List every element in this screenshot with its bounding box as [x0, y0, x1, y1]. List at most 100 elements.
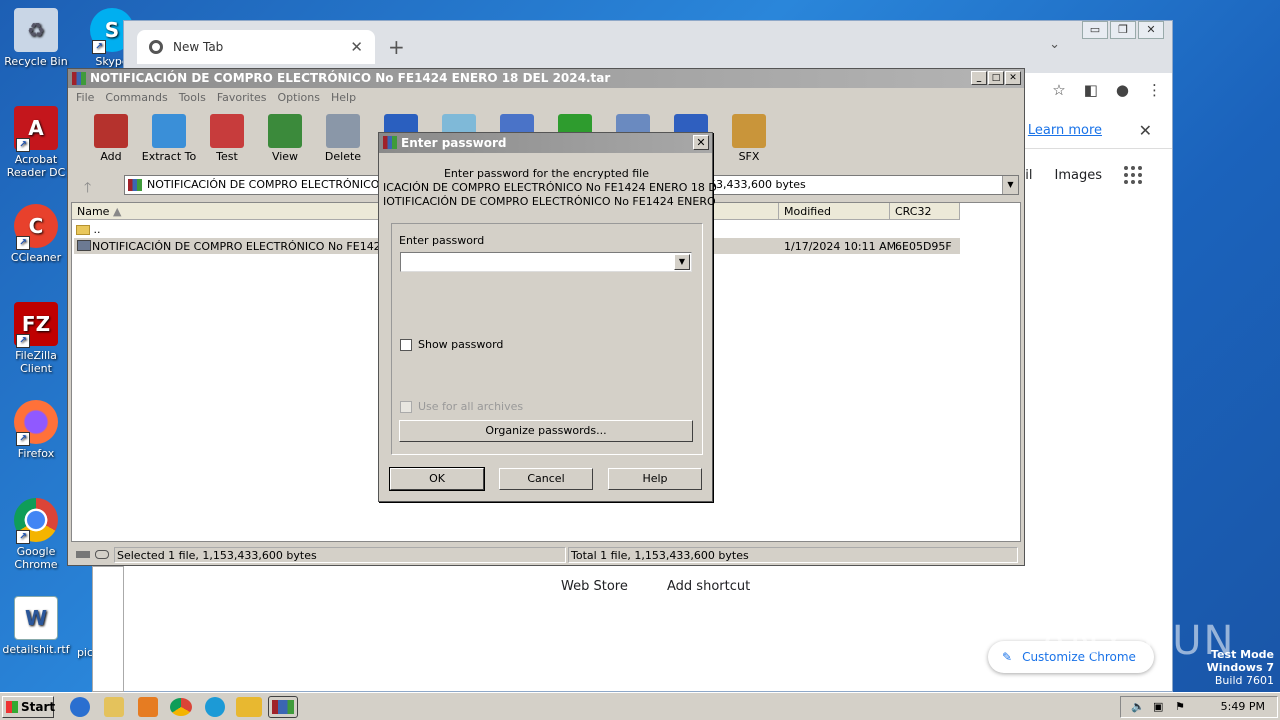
- dialog-filename-line-2: IOTIFICACIÓN DE COMPRO ELECTRÓNICO No FE…: [383, 195, 718, 208]
- shortcut-arrow-icon: ↗: [16, 138, 30, 152]
- minimize-button[interactable]: _: [971, 71, 987, 85]
- desktop-icon-filezilla[interactable]: FZ ↗ FileZilla Client: [0, 302, 72, 375]
- shortcut-add[interactable]: Add shortcut: [667, 579, 750, 594]
- internet-explorer-icon[interactable]: [70, 697, 90, 717]
- menu-options[interactable]: Options: [278, 88, 320, 108]
- enter-password-dialog: Enter password ✕ Enter password for the …: [378, 132, 718, 502]
- network-icon[interactable]: ▣: [1153, 697, 1163, 717]
- menu-help[interactable]: Help: [331, 88, 356, 108]
- profile-avatar-icon[interactable]: ●: [1116, 81, 1129, 99]
- toolbar-button-extract-to[interactable]: Extract To: [140, 108, 198, 168]
- winrar-taskbar-button[interactable]: [268, 696, 298, 718]
- folder-icon: [76, 225, 90, 235]
- desktop-icon-chrome[interactable]: ↗ Google Chrome: [0, 498, 72, 571]
- list-item-name: ..: [93, 223, 101, 236]
- list-item-parent[interactable]: ..: [76, 223, 101, 236]
- toolbar-button-sfx[interactable]: SFX: [720, 108, 778, 168]
- password-field-label: Enter password: [399, 234, 485, 247]
- learn-more-link[interactable]: Learn more: [1028, 113, 1102, 149]
- media-player-icon[interactable]: [138, 697, 158, 717]
- toolbar-button-delete[interactable]: Delete: [314, 108, 372, 168]
- cancel-button[interactable]: Cancel: [499, 468, 593, 490]
- chrome-top-links: ail Images: [1017, 166, 1142, 184]
- chrome-taskbar-icon[interactable]: [168, 696, 194, 718]
- bookmark-star-icon[interactable]: ☆: [1052, 81, 1065, 99]
- desktop-icon-firefox[interactable]: ↗ Firefox: [0, 400, 72, 460]
- ccleaner-icon: C ↗: [14, 204, 58, 250]
- winrar-status-bar: Selected 1 file, 1,153,433,600 bytes Tot…: [68, 545, 1024, 565]
- minimize-button[interactable]: ▭: [1082, 21, 1108, 39]
- use-for-all-label: Use for all archives: [418, 400, 524, 413]
- key-icon: [95, 550, 109, 559]
- tab-title: New Tab: [173, 40, 224, 54]
- shortcut-arrow-icon: ↗: [16, 236, 30, 250]
- shortcut-arrow-icon: ↗: [16, 530, 30, 544]
- close-tab-icon[interactable]: ✕: [350, 38, 363, 56]
- close-info-bar-icon[interactable]: ✕: [1139, 113, 1152, 149]
- file-explorer-icon[interactable]: [104, 697, 124, 717]
- menu-favorites[interactable]: Favorites: [217, 88, 267, 108]
- sfx-icon: [732, 114, 766, 148]
- desktop-icon-label: CCleaner: [10, 251, 62, 264]
- show-password-checkbox[interactable]: Show password: [400, 338, 503, 351]
- desktop-icon-ccleaner[interactable]: C ↗ CCleaner: [0, 204, 72, 264]
- tab-search-chevron-icon[interactable]: ⌄: [1049, 37, 1060, 52]
- list-item-name: NOTIFICACIÓN DE COMPRO ELECTRÓNICO No FE…: [92, 240, 414, 253]
- dialog-title-bar: Enter password ✕: [379, 133, 712, 153]
- side-panel-icon[interactable]: ◧: [1084, 81, 1098, 99]
- winrar-menu-bar: File Commands Tools Favorites Options He…: [68, 88, 1024, 108]
- toolbar-button-add[interactable]: Add: [82, 108, 140, 168]
- close-button[interactable]: ✕: [1005, 71, 1021, 85]
- images-link[interactable]: Images: [1055, 168, 1103, 183]
- desktop-icon-recycle-bin[interactable]: ♻ Recycle Bin: [0, 8, 72, 68]
- dialog-close-button[interactable]: ✕: [693, 135, 709, 150]
- toolbar-button-test[interactable]: Test: [198, 108, 256, 168]
- password-input[interactable]: [401, 253, 671, 270]
- test-mode-overlay: Test Mode Windows 7 Build 7601: [1207, 648, 1274, 687]
- close-button[interactable]: ✕: [1138, 21, 1164, 39]
- restore-button[interactable]: ❐: [1110, 21, 1136, 39]
- desktop-icon-acrobat[interactable]: A ↗ Acrobat Reader DC: [0, 106, 72, 179]
- toolbar-button-label: Delete: [324, 150, 362, 163]
- start-button[interactable]: Start: [2, 696, 56, 718]
- help-button[interactable]: Help: [608, 468, 702, 490]
- maximize-button[interactable]: □: [988, 71, 1004, 85]
- start-label: Start: [21, 700, 56, 714]
- up-folder-icon[interactable]: 🡑: [84, 177, 91, 201]
- acrobat-icon: A ↗: [14, 106, 58, 152]
- new-tab-button[interactable]: +: [388, 35, 405, 59]
- volume-icon[interactable]: 🔈: [1131, 697, 1145, 717]
- list-item-crc: 6E05D95F: [895, 240, 952, 253]
- desktop-icon-label: Google Chrome: [14, 545, 58, 571]
- chevron-down-icon[interactable]: ▼: [1002, 176, 1018, 194]
- chevron-down-icon[interactable]: ▼: [674, 254, 690, 270]
- use-for-all-archives-checkbox[interactable]: Use for all archives: [400, 400, 523, 413]
- toolbar-button-view[interactable]: View: [256, 108, 314, 168]
- action-center-flag-icon[interactable]: ⚑: [1175, 697, 1185, 717]
- tab-new-tab[interactable]: New Tab ✕: [137, 30, 375, 64]
- desktop-icon-label: detailshit.rtf: [2, 643, 70, 656]
- windows-flag-icon: [6, 701, 18, 713]
- apps-grid-icon[interactable]: [1124, 166, 1142, 184]
- menu-tools[interactable]: Tools: [179, 88, 206, 108]
- filezilla-icon: FZ ↗: [14, 302, 58, 348]
- test-clipboard-icon: [210, 114, 244, 148]
- password-combobox: ▼: [400, 252, 692, 272]
- outlook-icon[interactable]: [236, 697, 262, 717]
- edge-icon[interactable]: [205, 697, 225, 717]
- more-menu-icon[interactable]: ⋮: [1147, 81, 1162, 99]
- ok-button[interactable]: OK: [389, 467, 485, 491]
- chrome-tab-icon: [149, 40, 163, 54]
- shortcut-web-store[interactable]: Web Store: [561, 579, 628, 594]
- menu-commands[interactable]: Commands: [105, 88, 167, 108]
- toolbar-button-label: Add: [100, 150, 122, 163]
- desktop-icon-detailshit[interactable]: W detailshit.rtf: [0, 596, 72, 656]
- os-label: Windows 7: [1206, 661, 1274, 674]
- show-password-label: Show password: [418, 338, 504, 351]
- column-header-crc32[interactable]: CRC32: [890, 203, 960, 220]
- status-total: Total 1 file, 1,153,433,600 bytes: [568, 547, 1018, 563]
- menu-file[interactable]: File: [76, 88, 94, 108]
- organize-passwords-button[interactable]: Organize passwords...: [399, 420, 693, 442]
- column-header-modified[interactable]: Modified: [779, 203, 890, 220]
- desktop-icon-label: Acrobat Reader DC: [6, 153, 66, 179]
